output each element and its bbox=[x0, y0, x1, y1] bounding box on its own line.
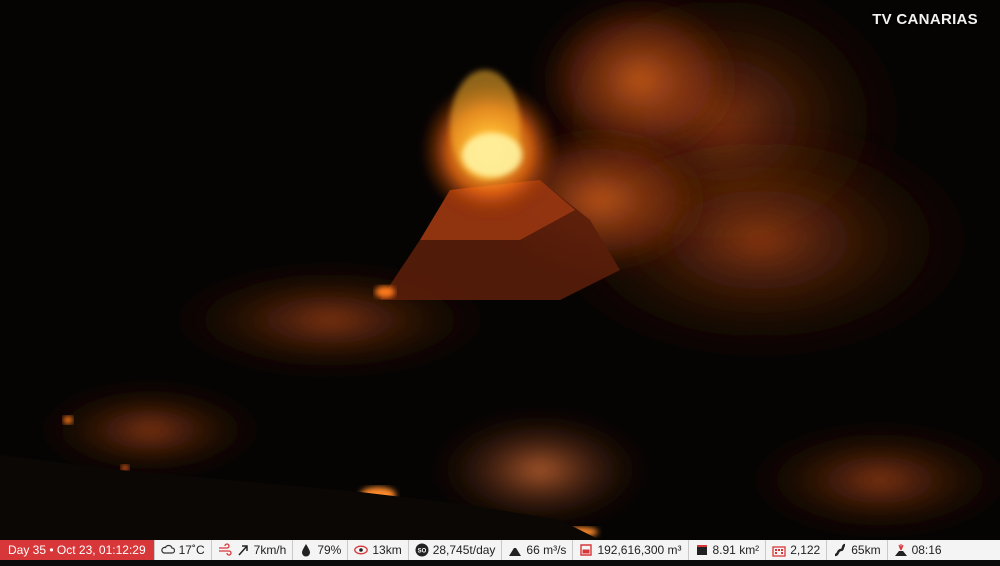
temperature-stat: 17˚C bbox=[153, 540, 211, 560]
video-frame: TV CANARIAS Day 35 • Oct 23, 01:12:29 17… bbox=[0, 0, 1000, 566]
day-badge: Day 35 • Oct 23, 01:12:29 bbox=[0, 540, 154, 560]
stats-ticker: Day 35 • Oct 23, 01:12:29 17˚C 7km/h 79%… bbox=[0, 540, 1000, 560]
volume-container-icon bbox=[580, 544, 593, 556]
volcano-icon bbox=[509, 548, 522, 556]
area-value: 8.91 km² bbox=[712, 543, 760, 557]
wind-stat: 7km/h bbox=[210, 540, 293, 560]
temperature-value: 17˚C bbox=[178, 543, 205, 557]
lava-length-value: 65km bbox=[851, 543, 881, 557]
lava-length-stat: 65km bbox=[826, 540, 886, 560]
eye-icon bbox=[354, 545, 369, 555]
area-icon bbox=[696, 545, 707, 555]
so2-stat: SO 28,745t/day bbox=[407, 540, 502, 560]
buildings-icon bbox=[772, 546, 786, 557]
area-stat: 8.91 km² bbox=[687, 540, 766, 560]
lava-volume-stat: 192,616,300 m³ bbox=[572, 540, 687, 560]
broadcaster-logo: TV CANARIAS bbox=[872, 11, 978, 28]
wind-icon bbox=[218, 543, 232, 556]
bottom-strip bbox=[0, 560, 1000, 566]
road-icon bbox=[835, 543, 846, 557]
humidity-stat: 79% bbox=[292, 540, 347, 560]
volcano-eruption-image bbox=[0, 0, 1000, 540]
svg-text:SO: SO bbox=[417, 548, 426, 554]
lava-volume-value: 192,616,300 m³ bbox=[597, 543, 682, 557]
wind-value: 7km/h bbox=[253, 543, 287, 557]
visibility-stat: 13km bbox=[347, 540, 407, 560]
wind-direction-arrow-icon bbox=[238, 545, 248, 556]
eruption-icon bbox=[894, 544, 907, 556]
lava-flow-rate-value: 66 m³/s bbox=[526, 543, 567, 557]
visibility-value: 13km bbox=[372, 543, 402, 557]
so2-value: 28,745t/day bbox=[432, 543, 496, 557]
so2-icon: SO bbox=[415, 543, 429, 557]
buildings-value: 2,122 bbox=[790, 543, 821, 557]
cloud-icon bbox=[160, 544, 175, 554]
time-value: 08:16 bbox=[911, 543, 942, 557]
humidity-value: 79% bbox=[317, 543, 342, 557]
time-stat: 08:16 bbox=[886, 540, 948, 560]
lava-flow-rate-stat: 66 m³/s bbox=[501, 540, 572, 560]
humidity-drop-icon bbox=[302, 544, 311, 557]
buildings-stat: 2,122 bbox=[765, 540, 826, 560]
